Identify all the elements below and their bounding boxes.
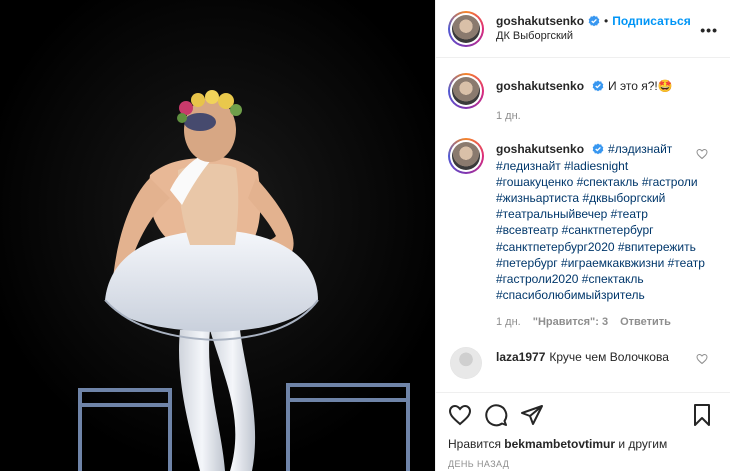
liked-by-user[interactable]: bekmambetovtimur <box>504 437 615 451</box>
likes-summary: Нравится bekmambetovtimur и другим <box>448 437 718 451</box>
separator-dot: • <box>604 13 609 28</box>
comments-list[interactable]: goshakutsenko И это я?!🤩 1 дн. goshakutse… <box>436 59 730 392</box>
likes-suffix[interactable]: и другим <box>618 437 667 451</box>
heart-icon[interactable] <box>448 403 472 427</box>
comment-text: Круче чем Волочкова <box>549 349 669 364</box>
comment-username[interactable]: laza1977 <box>496 350 545 364</box>
share-icon[interactable] <box>520 403 544 427</box>
comment-like-heart-icon[interactable] <box>696 148 708 160</box>
verified-badge-icon <box>588 15 600 27</box>
likes-prefix: Нравится <box>448 437 501 451</box>
comment-avatar[interactable] <box>450 346 482 379</box>
caption-text: И это я?!🤩 <box>608 79 673 93</box>
verified-badge-icon <box>592 80 604 92</box>
comment-item: goshakutsenko #лэдизнайт #ледизнайт #ladi… <box>448 138 718 330</box>
follow-button[interactable]: Подписаться <box>612 14 690 29</box>
bookmark-icon[interactable] <box>690 403 714 427</box>
caption-avatar[interactable] <box>448 73 484 109</box>
author-username[interactable]: goshakutsenko <box>496 14 584 29</box>
post-location[interactable]: ДК Выборгский <box>496 29 691 44</box>
comment-item: laza1977 Круче чем Волочкова <box>448 346 718 379</box>
caption-time[interactable]: 1 дн. <box>496 108 521 124</box>
post-timestamp[interactable]: ДЕНЬ НАЗАД <box>448 459 718 469</box>
comment-avatar[interactable] <box>448 138 484 175</box>
post-image[interactable] <box>0 0 435 471</box>
comment-username[interactable]: goshakutsenko <box>496 142 584 156</box>
post-sidebar: goshakutsenko • Подписаться ДК Выборгски… <box>435 0 730 471</box>
caption: goshakutsenko И это я?!🤩 1 дн. <box>448 73 718 124</box>
reply-button[interactable]: Ответить <box>620 314 671 330</box>
author-avatar[interactable] <box>448 10 484 47</box>
post-actions: Нравится bekmambetovtimur и другим ДЕНЬ … <box>436 392 730 471</box>
comment-time[interactable]: 1 дн. <box>496 314 521 330</box>
comment-hashtags[interactable]: #лэдизнайт #ледизнайт #ladiesnight #гоша… <box>496 142 705 302</box>
post-header: goshakutsenko • Подписаться ДК Выборгски… <box>436 0 730 58</box>
comment-icon[interactable] <box>484 403 508 427</box>
verified-badge-icon <box>592 143 604 155</box>
comment-likes-count[interactable]: "Нравится": 3 <box>533 314 608 330</box>
more-options-icon[interactable]: ••• <box>700 22 718 38</box>
caption-username[interactable]: goshakutsenko <box>496 79 584 93</box>
comment-like-heart-icon[interactable] <box>696 353 708 365</box>
